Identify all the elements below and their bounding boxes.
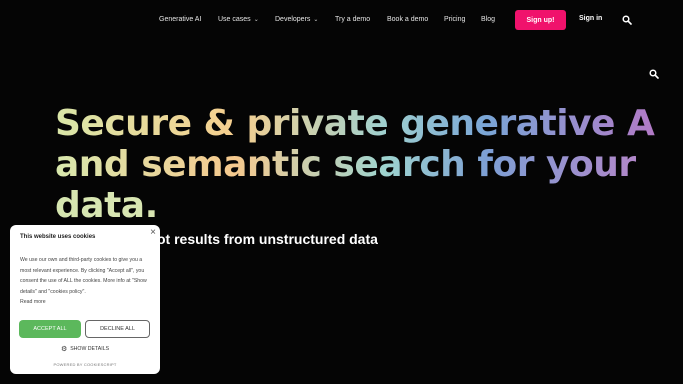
search-icon[interactable] xyxy=(649,69,659,79)
nav-item-label: Generative AI xyxy=(159,16,202,23)
nav-item-label: Book a demo xyxy=(387,16,429,23)
hero-heading: Secure & private generative AI and seman… xyxy=(55,103,668,226)
read-more-link[interactable]: Read more xyxy=(20,299,46,305)
cookie-banner: This website uses cookies × We use our o… xyxy=(10,225,160,374)
nav-item-label: Use cases xyxy=(218,16,251,23)
cookie-banner-title: This website uses cookies xyxy=(20,234,96,240)
nav-item-label: Try a demo xyxy=(335,16,371,23)
search-icon[interactable] xyxy=(622,15,632,25)
hero-line-2: and semantic search for your xyxy=(55,144,655,185)
nav-item-try-a-demo[interactable]: Try a demo xyxy=(335,15,370,25)
cookie-buttons: ACCEPT ALL DECLINE ALL xyxy=(19,320,151,338)
nav-item-book-a-demo[interactable]: Book a demo xyxy=(387,15,428,25)
chevron-down-icon: ⌄ xyxy=(253,17,259,23)
sign-in-link[interactable]: Sign in xyxy=(579,15,602,22)
nav-item-pricing[interactable]: Pricing xyxy=(444,15,465,25)
accept-all-button[interactable]: ACCEPT ALL xyxy=(19,320,81,338)
nav-item-developers[interactable]: Developers ⌄ xyxy=(275,15,318,25)
close-icon[interactable]: × xyxy=(150,228,156,238)
show-details-button[interactable]: ⚙ SHOW DETAILS xyxy=(10,345,160,353)
hero-line-1: Secure & private generative AI xyxy=(55,103,668,144)
show-details-label: SHOW DETAILS xyxy=(70,346,110,352)
hero-subtitle: ot results from unstructured data xyxy=(157,231,378,247)
nav-item-blog[interactable]: Blog xyxy=(481,15,495,25)
cookie-banner-text: We use our own and third-party cookies t… xyxy=(20,255,150,308)
nav-item-generative-ai[interactable]: Generative AI xyxy=(159,15,201,25)
hero-line-3: data. xyxy=(55,185,655,226)
sign-up-button[interactable]: Sign up! xyxy=(515,10,566,30)
nav-item-label: Blog xyxy=(481,16,496,23)
cookie-banner-body: We use our own and third-party cookies t… xyxy=(20,257,147,295)
decline-all-button[interactable]: DECLINE ALL xyxy=(85,320,150,338)
nav-item-label: Developers xyxy=(275,16,311,23)
nav-item-use-cases[interactable]: Use cases ⌄ xyxy=(218,15,259,25)
nav-item-label: Pricing xyxy=(444,16,466,23)
powered-by-label: POWERED BY COOKIESCRIPT xyxy=(53,362,117,367)
top-navigation: Generative AI Use cases ⌄ Developers ⌄ Try… xyxy=(0,10,683,30)
gear-icon: ⚙ xyxy=(60,346,68,353)
chevron-down-icon: ⌄ xyxy=(313,17,319,23)
